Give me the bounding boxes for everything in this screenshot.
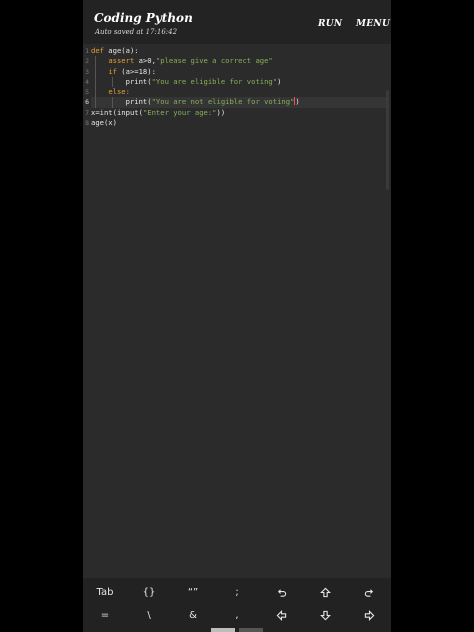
- undo-key[interactable]: [259, 580, 303, 604]
- string-token: "You are not eligible for voting": [151, 97, 295, 107]
- autosave-status: Auto saved at 17:16:42: [95, 28, 178, 36]
- code-line[interactable]: assert a>0,"please give a correct age": [91, 56, 387, 67]
- menu-button[interactable]: MENU: [356, 19, 390, 29]
- arrow-down-icon: [319, 610, 331, 620]
- line-number: 1: [85, 47, 89, 55]
- equals-key[interactable]: =: [83, 603, 127, 627]
- code-line[interactable]: def age(a):: [91, 46, 387, 56]
- code-token: print(: [125, 76, 152, 86]
- code-token: ): [277, 76, 282, 86]
- code-line[interactable]: x=int(input("Enter your age:")): [91, 108, 387, 118]
- line-number: 7: [85, 108, 89, 117]
- code-token: x=int(input(: [91, 107, 143, 117]
- indent-guide: [95, 76, 96, 88]
- line-number-gutter: 1 2 3 4 5 6 7 8: [83, 46, 89, 128]
- code-line-current[interactable]: print("You are not eligible for voting"): [91, 97, 387, 108]
- code-area[interactable]: def age(a): assert a>0,"please give a co…: [91, 46, 387, 128]
- cursor-right-key[interactable]: [347, 603, 391, 627]
- code-token: print(: [125, 97, 152, 107]
- keyword-token: if: [108, 66, 117, 76]
- braces-key[interactable]: {}: [127, 580, 171, 604]
- indent-guide: [95, 97, 96, 108]
- line-number: 3: [85, 67, 89, 76]
- nav-handle: [211, 628, 235, 632]
- line-number: 2: [85, 57, 89, 66]
- indent-guide: [95, 87, 96, 98]
- semicolon-key[interactable]: ;: [215, 580, 259, 604]
- code-token: a>0,: [134, 56, 156, 66]
- code-token: )): [216, 107, 226, 117]
- run-button[interactable]: RUN: [318, 19, 342, 29]
- code-line[interactable]: print("You are eligible for voting"): [91, 76, 387, 88]
- quotes-key[interactable]: “”: [171, 580, 215, 604]
- editor-scrollbar[interactable]: [386, 90, 389, 190]
- arrow-right-icon: [364, 609, 374, 621]
- code-line[interactable]: else:: [91, 87, 387, 98]
- redo-key[interactable]: [347, 580, 391, 604]
- cursor-up-key[interactable]: [303, 580, 347, 604]
- code-line[interactable]: if (a>=18):: [91, 66, 387, 77]
- keyword-token: else:: [108, 87, 130, 97]
- keyboard-row: Tab {} “” ;: [83, 580, 391, 604]
- indent-guide: [112, 76, 113, 88]
- ampersand-key[interactable]: &: [171, 603, 215, 627]
- line-number-active: 6: [85, 98, 89, 107]
- comma-key[interactable]: ,: [215, 603, 259, 627]
- cursor-left-key[interactable]: [259, 603, 303, 627]
- keyword-token: def: [91, 46, 104, 55]
- line-number: 8: [85, 119, 89, 128]
- code-token: age(x): [91, 118, 117, 128]
- code-token: ): [295, 97, 300, 107]
- backslash-key[interactable]: \: [127, 603, 171, 627]
- indent-guide: [112, 97, 113, 108]
- app-bar: Coding Python Auto saved at 17:16:42 RUN…: [83, 0, 391, 44]
- keyboard-row: = \ & ,: [83, 603, 391, 627]
- indent-guide: [95, 56, 96, 67]
- code-editor[interactable]: 1 2 3 4 5 6 7 8 def age(a): assert a>0,"…: [83, 44, 391, 578]
- app-title: Coding Python: [94, 11, 193, 25]
- line-number: 5: [85, 88, 89, 97]
- arrow-left-icon: [276, 609, 286, 621]
- arrow-up-icon: [319, 587, 331, 597]
- undo-icon: [277, 588, 286, 597]
- redo-icon: [364, 588, 373, 597]
- string-token: "Enter your age:": [142, 107, 217, 117]
- code-token: age(a):: [103, 46, 139, 55]
- tab-key[interactable]: Tab: [83, 580, 127, 604]
- keyword-token: assert: [108, 56, 135, 66]
- line-number: 4: [85, 77, 89, 86]
- app-window: Coding Python Auto saved at 17:16:42 RUN…: [83, 0, 391, 632]
- symbol-keyboard: Tab {} “” ; = \ & ,: [83, 578, 391, 632]
- string-token: "please give a correct age": [155, 56, 273, 66]
- code-token: (a>=18):: [116, 66, 156, 76]
- indent-guide: [95, 66, 96, 77]
- nav-handle: [239, 628, 263, 632]
- code-line[interactable]: age(x): [91, 118, 387, 128]
- string-token: "You are eligible for voting": [151, 76, 278, 86]
- cursor-down-key[interactable]: [303, 603, 347, 627]
